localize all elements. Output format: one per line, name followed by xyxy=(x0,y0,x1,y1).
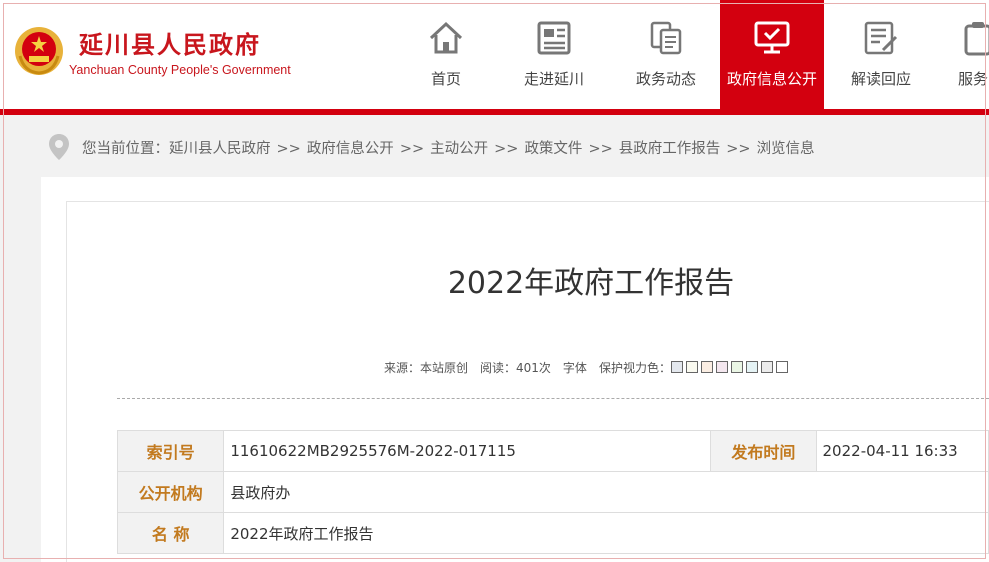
monitor-icon xyxy=(754,21,790,54)
eye-care-swatch-7[interactable] xyxy=(775,361,788,373)
breadcrumb-current: 浏览信息 xyxy=(756,141,815,157)
index-label: 索引号 xyxy=(116,430,225,472)
breadcrumb-separator: >> xyxy=(726,141,751,157)
site-name-en: Yanchuan County People's Government xyxy=(69,63,291,77)
breadcrumb-link-policy[interactable]: 政策文件 xyxy=(524,141,582,157)
breadcrumb-separator: >> xyxy=(588,141,613,157)
breadcrumb-link-report[interactable]: 县政府工作报告 xyxy=(619,141,721,157)
breadcrumb-prefix: 您当前位置： xyxy=(82,141,169,157)
eye-care-label: 保护视力色： xyxy=(598,361,671,375)
documents-icon xyxy=(650,21,682,55)
clipboard-icon xyxy=(964,22,989,56)
index-value: 11610622MB2925576M-2022-017115 xyxy=(223,430,712,472)
newspaper-icon xyxy=(537,21,571,55)
nav-label: 服务 xyxy=(958,70,989,88)
breadcrumb-separator: >> xyxy=(276,141,301,157)
breadcrumb-link-home[interactable]: 延川县人民政府 xyxy=(169,141,271,157)
date-value: 2022-04-11 16:33 xyxy=(815,430,989,472)
eye-care-swatch-1[interactable] xyxy=(685,361,698,373)
eye-care-swatch-3[interactable] xyxy=(715,361,728,373)
nav-item-interpretation[interactable]: 解读回应 xyxy=(824,0,938,109)
home-icon xyxy=(429,21,463,54)
table-row: 公开机构 县政府办 xyxy=(116,471,989,513)
nav-item-about[interactable]: 走进延川 xyxy=(496,0,612,109)
nav-item-gov-info[interactable]: 政府信息公开 xyxy=(720,0,824,109)
nav-item-services[interactable]: 服务 xyxy=(938,0,989,109)
breadcrumb-trail: 您当前位置：延川县人民政府 >> 政府信息公开 >> 主动公开 >> 政策文件 >> 县政府工作… xyxy=(82,137,815,158)
nav-label: 走进延川 xyxy=(523,70,584,88)
breadcrumb-link-active[interactable]: 主动公开 xyxy=(430,141,488,157)
site-header: 延川县人民政府 Yanchuan County People's Governm… xyxy=(0,0,989,112)
org-label: 公开机构 xyxy=(116,471,225,513)
table-row: 名 称 2022年政府工作报告 xyxy=(116,512,989,554)
nav-item-home[interactable]: 首页 xyxy=(396,0,496,109)
eye-care-swatch-6[interactable] xyxy=(760,361,773,373)
site-name: 延川县人民政府 xyxy=(79,30,261,59)
dashed-divider xyxy=(117,398,989,399)
eye-care-swatches xyxy=(670,361,791,375)
eye-care-swatch-0[interactable] xyxy=(670,361,683,373)
nav-label: 政务动态 xyxy=(635,70,696,88)
nav-item-news[interactable]: 政务动态 xyxy=(612,0,720,109)
location-pin-icon xyxy=(49,134,69,160)
meta-views: 阅读：401次 xyxy=(480,361,551,375)
breadcrumb-separator: >> xyxy=(494,141,519,157)
article-title: 2022年政府工作报告 xyxy=(447,266,735,301)
breadcrumb: 您当前位置：延川县人民政府 >> 政府信息公开 >> 主动公开 >> 政策文件 >> 县政府工作… xyxy=(0,115,989,177)
eye-care-swatch-4[interactable] xyxy=(730,361,743,373)
info-table: 索引号 11610622MB2925576M-2022-017115 发布时间 … xyxy=(116,430,989,554)
name-label: 名 称 xyxy=(116,512,225,554)
article-meta: 来源：本站原创 阅读：401次 字体 保护视力色： xyxy=(384,359,791,376)
name-value: 2022年政府工作报告 xyxy=(223,512,989,554)
date-label: 发布时间 xyxy=(710,430,817,472)
national-emblem-icon xyxy=(15,27,63,75)
meta-source: 来源：本站原创 xyxy=(384,361,469,375)
edit-document-icon xyxy=(864,21,898,55)
org-value: 县政府办 xyxy=(223,471,989,513)
breadcrumb-link-gov-info[interactable]: 政府信息公开 xyxy=(307,141,394,157)
site-logo[interactable]: 延川县人民政府 Yanchuan County People's Governm… xyxy=(14,22,394,86)
breadcrumb-separator: >> xyxy=(399,141,425,157)
eye-care-swatch-5[interactable] xyxy=(745,361,758,373)
nav-label: 首页 xyxy=(430,70,461,88)
nav-label: 解读回应 xyxy=(850,70,911,88)
nav-label: 政府信息公开 xyxy=(726,70,817,88)
eye-care-swatch-2[interactable] xyxy=(700,361,713,373)
table-row: 索引号 11610622MB2925576M-2022-017115 发布时间 … xyxy=(116,430,989,472)
font-size-toggle[interactable]: 字体 xyxy=(563,361,587,375)
